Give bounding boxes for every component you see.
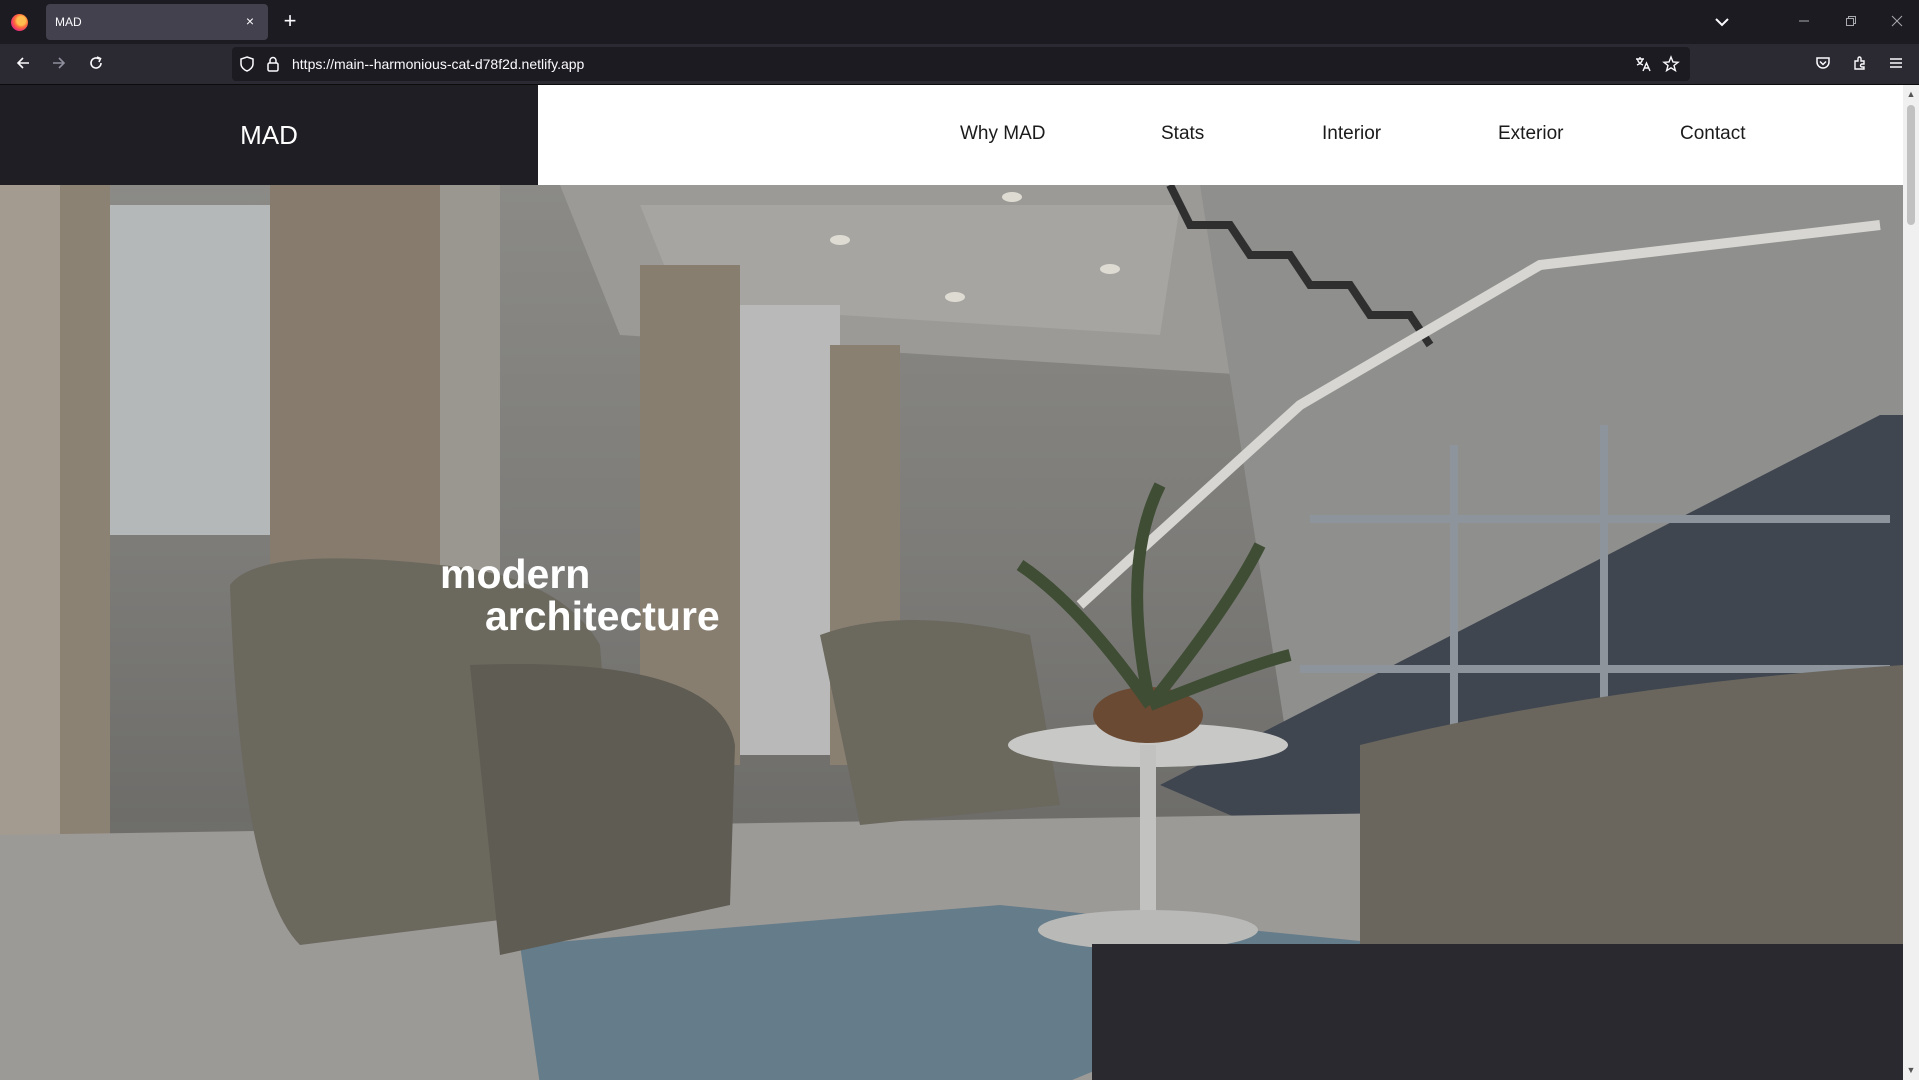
back-arrow-icon[interactable] (11, 53, 35, 77)
shield-icon[interactable] (238, 55, 256, 73)
firefox-logo-icon (11, 14, 28, 31)
menu-interior[interactable]: Interior (1322, 123, 1381, 145)
minimize-icon[interactable] (1792, 10, 1816, 34)
menu-exterior[interactable]: Exterior (1498, 123, 1563, 145)
tab-title: MAD (55, 15, 82, 29)
scroll-up-arrow-icon[interactable]: ▲ (1906, 89, 1916, 99)
restore-icon[interactable] (1839, 10, 1863, 34)
menu-stats[interactable]: Stats (1161, 123, 1204, 145)
url-bar[interactable]: https://main--harmonious-cat-d78f2d.netl… (232, 47, 1690, 81)
pocket-icon[interactable] (1811, 53, 1835, 77)
dark-content-block (1092, 944, 1903, 1080)
extensions-icon[interactable] (1848, 53, 1872, 77)
scrollbar-thumb[interactable] (1907, 105, 1915, 225)
browser-tab[interactable]: MAD × (46, 4, 268, 40)
hero-title-line-1: modern (440, 551, 591, 597)
lock-icon[interactable] (264, 55, 282, 73)
menu-contact[interactable]: Contact (1680, 123, 1745, 145)
forward-arrow-icon[interactable] (47, 53, 71, 77)
browser-toolbar: https://main--harmonious-cat-d78f2d.netl… (0, 44, 1919, 85)
close-tab-icon[interactable]: × (242, 13, 258, 29)
site-header: MAD Why MAD Stats Interior Exterior Cont… (0, 85, 1903, 185)
bookmark-star-icon[interactable] (1662, 55, 1680, 73)
new-tab-button[interactable]: + (280, 10, 300, 34)
url-text[interactable]: https://main--harmonious-cat-d78f2d.netl… (292, 56, 584, 72)
brand-area: MAD (0, 85, 538, 185)
scroll-down-arrow-icon[interactable]: ▼ (1906, 1065, 1916, 1075)
page-scrollbar[interactable]: ▲ ▼ (1903, 85, 1919, 1080)
menu-icon[interactable] (1884, 53, 1908, 77)
hero-title-line-2: architecture (485, 593, 720, 639)
brand-logo[interactable]: MAD (240, 120, 298, 151)
menu-why-mad[interactable]: Why MAD (960, 123, 1046, 145)
web-page: MAD Why MAD Stats Interior Exterior Cont… (0, 85, 1903, 1080)
list-all-tabs-icon[interactable] (1712, 12, 1732, 32)
main-menu: Why MAD Stats Interior Exterior Contact (538, 85, 1903, 185)
translate-icon[interactable] (1634, 55, 1652, 73)
reload-icon[interactable] (84, 53, 108, 77)
browser-tab-bar: MAD × + (0, 0, 1919, 44)
close-window-icon[interactable] (1885, 10, 1909, 34)
